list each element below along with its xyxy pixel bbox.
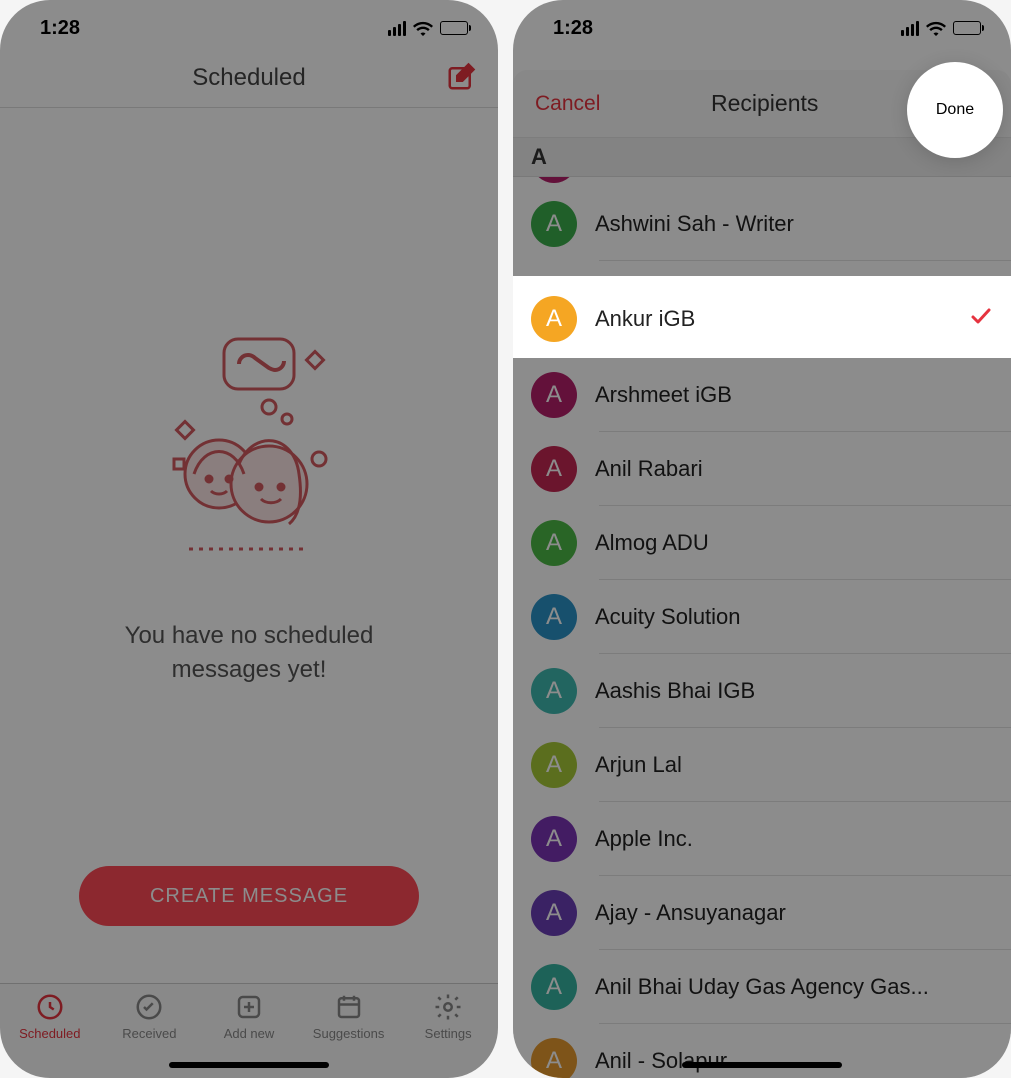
status-bar: 1:28 (513, 0, 1011, 48)
nav-header: Scheduled (0, 48, 498, 108)
contact-name: Ankur iGB (595, 306, 951, 332)
empty-line-2: messages yet! (125, 653, 374, 687)
contact-row[interactable]: A Arjun Lal (513, 728, 1011, 802)
contact-row[interactable]: A Ajay - Ansuyanagar (513, 876, 1011, 950)
home-indicator (169, 1062, 329, 1068)
compose-button[interactable] (446, 62, 476, 97)
status-time: 1:28 (40, 17, 80, 40)
empty-illustration (139, 329, 359, 589)
home-indicator (682, 1062, 842, 1068)
avatar: A (531, 964, 577, 1010)
wifi-icon (413, 21, 433, 36)
wifi-icon (926, 21, 946, 36)
screen-recipients: 1:28 Cancel Recipients A A A Ashwini Sah… (513, 0, 1011, 1078)
contact-row[interactable]: A Anil Rabari (513, 432, 1011, 506)
tab-settings[interactable]: Settings (398, 992, 498, 1078)
tab-addnew-label: Add new (224, 1026, 275, 1041)
selected-contact-highlight: A Ankur iGB (513, 280, 1011, 358)
contact-row[interactable]: A Anil - Solapur (513, 1024, 1011, 1078)
screen-scheduled: 1:28 Scheduled (0, 0, 498, 1078)
contact-name: Ashwini Sah - Writer (595, 211, 993, 237)
contact-name: Aashis Bhai IGB (595, 678, 993, 704)
contact-name: Ajay - Ansuyanagar (595, 900, 993, 926)
contact-row[interactable]: A Aashis Bhai IGB (513, 654, 1011, 728)
contact-name: Anil - Solapur (595, 1048, 993, 1074)
page-title: Scheduled (192, 64, 305, 92)
avatar: A (531, 201, 577, 247)
battery-icon (440, 21, 468, 35)
cellular-icon (388, 21, 406, 36)
status-bar: 1:28 (0, 0, 498, 48)
avatar: A (531, 816, 577, 862)
avatar: A (531, 520, 577, 566)
status-icons (388, 21, 468, 36)
avatar: A (531, 372, 577, 418)
contacts-list: A A Ashwini Sah - Writer (513, 177, 1011, 261)
check-icon (969, 304, 993, 335)
create-message-button[interactable]: CREATE MESSAGE (79, 866, 419, 926)
done-button[interactable]: Done (936, 101, 974, 119)
cancel-button[interactable]: Cancel (535, 92, 600, 116)
modal-title: Recipients (711, 90, 818, 117)
contact-row[interactable]: A Arshmeet iGB (513, 358, 1011, 432)
status-time: 1:28 (553, 17, 593, 40)
contact-row[interactable]: A Almog ADU (513, 506, 1011, 580)
contact-name: Apple Inc. (595, 826, 993, 852)
contact-name: Arshmeet iGB (595, 382, 993, 408)
avatar: A (531, 446, 577, 492)
avatar: A (531, 890, 577, 936)
battery-icon (953, 21, 981, 35)
contact-row[interactable]: A Anil Bhai Uday Gas Agency Gas... (513, 950, 1011, 1024)
avatar: A (531, 296, 577, 342)
contact-name: Arjun Lal (595, 752, 993, 778)
contact-row-selected[interactable]: A Ankur iGB (513, 280, 1011, 358)
avatar: A (531, 177, 577, 183)
avatar: A (531, 594, 577, 640)
empty-state: You have no scheduled messages yet! CREA… (0, 108, 498, 968)
avatar: A (531, 668, 577, 714)
contact-name: Anil Rabari (595, 456, 993, 482)
contact-row[interactable]: A Ashwini Sah - Writer (513, 187, 1011, 261)
tab-settings-label: Settings (425, 1026, 472, 1041)
tab-received-label: Received (122, 1026, 176, 1041)
contact-name: Almog ADU (595, 530, 993, 556)
done-button-highlight: Done (907, 62, 1003, 158)
contact-row[interactable]: A Acuity Solution (513, 580, 1011, 654)
contact-row[interactable]: A Apple Inc. (513, 802, 1011, 876)
tab-scheduled[interactable]: Scheduled (0, 992, 100, 1078)
avatar: A (531, 1038, 577, 1078)
tab-suggestions-label: Suggestions (313, 1026, 385, 1041)
contacts-remaining-dim: A Arshmeet iGB A Anil Rabari A Almog ADU… (513, 358, 1011, 1078)
avatar: A (531, 742, 577, 788)
tab-scheduled-label: Scheduled (19, 1026, 80, 1041)
contact-name: Acuity Solution (595, 604, 993, 630)
status-icons (901, 21, 981, 36)
empty-line-1: You have no scheduled (125, 619, 374, 653)
contact-row-partial[interactable]: A (513, 177, 1011, 187)
cellular-icon (901, 21, 919, 36)
contact-name: Anil Bhai Uday Gas Agency Gas... (595, 974, 993, 1000)
empty-message: You have no scheduled messages yet! (125, 619, 374, 686)
